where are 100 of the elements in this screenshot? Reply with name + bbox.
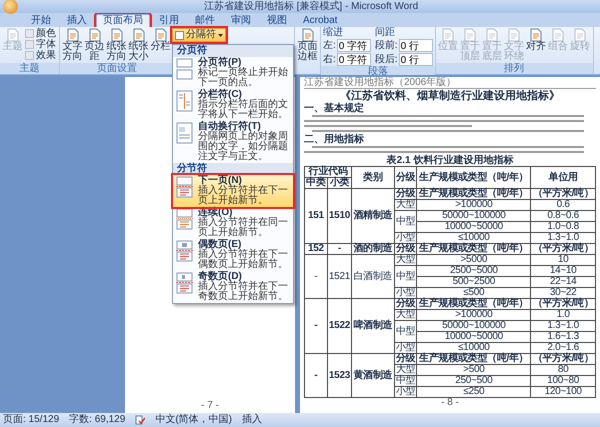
menu-item[interactable]: 偶数页(E) 插入分节符并在下一偶数页上开始新节。: [173, 239, 293, 271]
document-icon: [6, 28, 20, 42]
table-cell: 小型: [394, 386, 417, 398]
section-heading: 二、用地指标: [304, 134, 365, 145]
table-header: 单位用: [530, 166, 596, 188]
ribbon-button[interactable]: 对齐: [526, 28, 547, 52]
table-cell: 1523: [327, 354, 352, 398]
table-cell: 1521: [327, 254, 352, 298]
ribbon-tab[interactable]: 开始: [24, 14, 58, 27]
spin-field[interactable]: 0 行: [398, 53, 433, 66]
document-icon: [154, 28, 168, 42]
menu-item[interactable]: 自动换行符(T) 分隔网页上的对象周围的文字，如分隔题注文字与正文。: [173, 121, 293, 163]
field-label: 左:: [323, 40, 336, 50]
table-cell: 500~2500: [416, 276, 531, 288]
table-cell: 生产规模或类型（吨/年）: [416, 354, 531, 364]
ribbon-tab[interactable]: 插入: [60, 14, 94, 27]
table-cell: 啤酒制造: [352, 298, 394, 354]
ribbon-button[interactable]: 纸张方向: [106, 28, 127, 62]
menu-item-description: 插入分节符并在同一页上开始新节。: [198, 218, 289, 238]
table-cell: 白酒制造: [352, 254, 394, 298]
ribbon-tab[interactable]: 邮件: [188, 14, 222, 27]
table-cell: 10000~50000: [416, 222, 531, 232]
menu-item-description: 插入分节符并在下一页上开始新节。: [198, 186, 289, 206]
spin-field[interactable]: 0 字符: [336, 53, 371, 66]
menu-item[interactable]: 下一页(N) 插入分节符并在下一页上开始新节。: [173, 175, 293, 207]
insert-mode-status[interactable]: 插入: [242, 414, 262, 426]
table-cell: >5000: [416, 254, 531, 266]
table-cell: 22~14: [530, 276, 596, 288]
menu-item-description: 插入分节符并在下一奇数页上开始新节。: [198, 282, 289, 302]
word-count[interactable]: 字数: 69,129: [69, 414, 126, 426]
document-icon: [66, 28, 80, 42]
table-cell: 小型: [394, 342, 417, 354]
ribbon-tab[interactable]: 审阅: [224, 14, 258, 27]
table-caption: 表2.1 饮料行业建设用地指标: [386, 155, 514, 166]
table-cell: >500: [416, 364, 531, 376]
table-cell: 中型: [394, 266, 417, 288]
language-status[interactable]: 中文(简体，中国): [155, 414, 232, 426]
table-cell: 酒精制造: [352, 188, 394, 244]
ribbon-tab[interactable]: 视图: [260, 14, 294, 27]
ribbon-button[interactable]: 页边距: [84, 28, 105, 62]
field-label: 段后:: [374, 54, 398, 64]
table-header: 类别: [352, 166, 394, 188]
spin-field[interactable]: 0 字符: [336, 39, 371, 52]
table-cell: ≤10000: [416, 232, 531, 244]
table-cell: 30~22: [530, 288, 596, 298]
table-cell: -: [304, 298, 328, 354]
square-icon: [25, 51, 34, 60]
table-cell: 1.3~1.0: [530, 320, 596, 332]
table-cell: -: [327, 244, 352, 254]
section-heading: 一、基本规定: [304, 103, 365, 114]
menu-item-title: 自动换行符(T): [198, 122, 261, 132]
ribbon-button[interactable]: 文字方向: [62, 28, 83, 62]
table-cell: -: [304, 254, 328, 298]
table-cell: ≤500: [416, 288, 531, 298]
group-label: 主题: [0, 63, 59, 74]
table-cell: >100000: [416, 200, 531, 210]
table-cell: 14~10: [530, 266, 596, 276]
ribbon-button[interactable]: 纸张大小: [128, 28, 149, 62]
table-cell: 中型: [394, 320, 417, 342]
document-icon: [463, 28, 478, 42]
table-cell: 1522: [327, 298, 352, 354]
table-cell: （平方米/吨）: [530, 188, 596, 200]
group-label: 排列: [436, 63, 593, 74]
table-cell: 中型: [394, 210, 417, 232]
ribbon-tab[interactable]: 引用: [152, 14, 186, 27]
pages-icon: [175, 208, 195, 230]
breaks-dropdown-button[interactable]: 分隔符: [172, 28, 226, 42]
table-cell: 中型: [394, 376, 417, 386]
field-label: 段前:: [374, 40, 398, 50]
spin-field[interactable]: 0 行: [398, 39, 433, 52]
document-icon: [88, 28, 102, 42]
menu-item[interactable]: 分栏符(C) 指示分栏符后面的文字将从下一栏开始。: [173, 89, 293, 121]
table-cell: 小型: [394, 288, 417, 298]
table-cell: 大型: [394, 254, 417, 266]
group-heading: 间距: [374, 28, 396, 38]
menu-item[interactable]: 奇数页(D) 插入分节符并在下一奇数页上开始新节。: [173, 271, 293, 303]
table-cell: 分级: [394, 188, 417, 200]
proofing-icon[interactable]: [135, 415, 146, 425]
document-icon: [485, 28, 500, 42]
table-cell: 分级: [394, 298, 417, 310]
ribbon-tab[interactable]: 页面布局: [96, 14, 150, 27]
page-count[interactable]: 页面: 15/129: [3, 414, 60, 426]
document-icon: [300, 28, 314, 42]
table-cell: 10: [530, 254, 596, 266]
table-cell: 1.0~0.8: [530, 222, 596, 232]
menu-item-description: 指示分栏符后面的文字将从下一栏开始。: [198, 100, 289, 120]
table-cell: （平方米/吨）: [530, 298, 596, 310]
table-cell: 250~500: [416, 376, 531, 386]
pages-icon: [175, 176, 195, 198]
menu-item-description: 插入分节符并在下一偶数页上开始新节。: [198, 250, 289, 270]
table-cell: 1.3~1.0: [530, 232, 596, 244]
ribbon-tab[interactable]: Acrobat: [296, 14, 344, 27]
menu-item[interactable]: 分页符(P) 标记一页终止并开始下一页的点。: [173, 57, 293, 89]
table-cell: 100~80: [530, 376, 596, 386]
table-cell: 1.6~1.3: [530, 332, 596, 342]
table-header: 小类: [327, 178, 352, 188]
ribbon-button[interactable]: 页面边框: [297, 28, 318, 62]
table-cell: 分级: [394, 354, 417, 364]
table-cell: 2.0~1.6: [530, 342, 596, 354]
table-cell: >100000: [416, 310, 531, 320]
